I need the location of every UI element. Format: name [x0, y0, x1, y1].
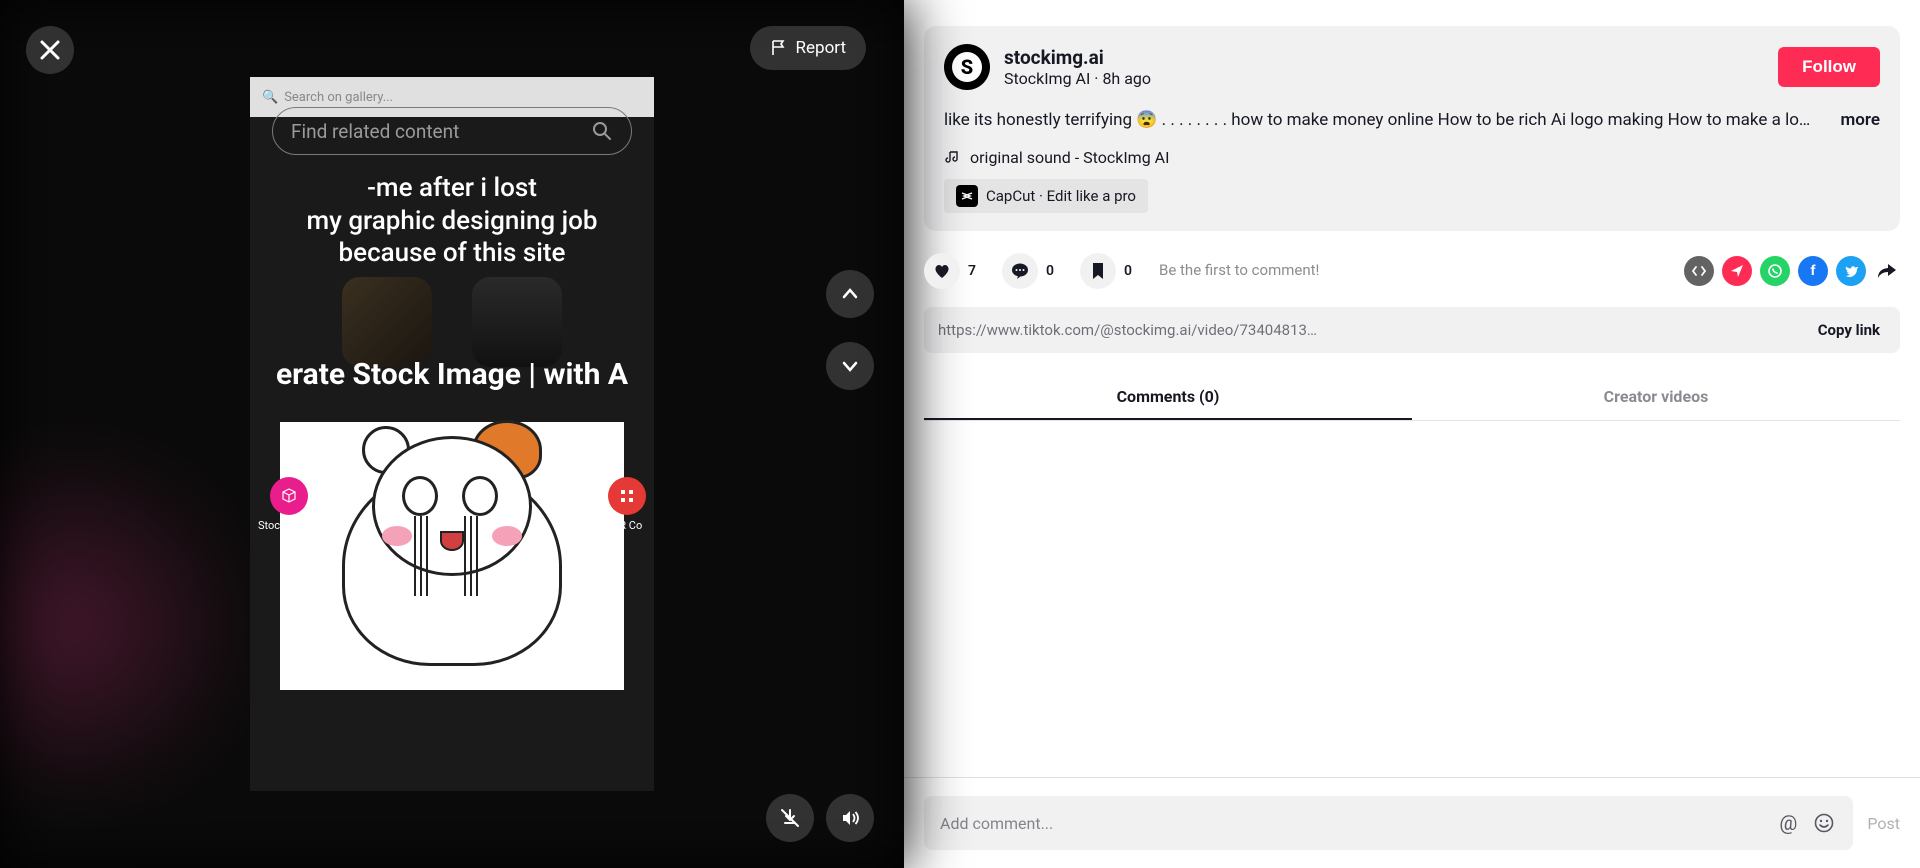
embedded-search-placeholder: Search on gallery... [284, 90, 393, 105]
video-content[interactable]: 🔍 Search on gallery... Find related cont… [250, 77, 654, 791]
follow-button[interactable]: Follow [1778, 47, 1880, 87]
comments-area [904, 421, 1920, 778]
twitter-share-button[interactable] [1836, 256, 1866, 286]
display-name-time: StockImg AI · 8h ago [1004, 69, 1764, 88]
comment-placeholder: Add comment... [940, 814, 1765, 833]
send-share-button[interactable] [1722, 256, 1752, 286]
facebook-share-button[interactable]: f [1798, 256, 1828, 286]
whatsapp-share-button[interactable] [1760, 256, 1790, 286]
twitter-icon [1843, 263, 1859, 279]
video-heading-overlay: erate Stock Image | with A [250, 357, 654, 392]
search-icon [591, 120, 613, 142]
emoji-icon [1813, 812, 1835, 834]
capcut-badge[interactable]: CapCut · Edit like a pro [944, 179, 1148, 213]
tabs: Comments (0) Creator videos [924, 375, 1900, 421]
music-note-icon [944, 149, 960, 165]
share-arrow-icon [1876, 261, 1898, 281]
first-comment-prompt: Be the first to comment! [1159, 261, 1319, 279]
bookmark-button[interactable] [1080, 253, 1116, 289]
autoscroll-button[interactable] [766, 794, 814, 842]
comment-button[interactable] [1002, 253, 1038, 289]
nav-arrows [826, 270, 874, 390]
tab-comments[interactable]: Comments (0) [924, 375, 1412, 420]
caption-more-button[interactable]: more [1841, 108, 1881, 134]
copy-link-button[interactable]: Copy link [1798, 307, 1900, 353]
heart-icon [932, 261, 952, 281]
share-link-row: https://www.tiktok.com/@stockimg.ai/vide… [924, 307, 1900, 353]
volume-button[interactable] [826, 794, 874, 842]
video-side-labels: Stock Image QR Co [250, 477, 654, 532]
chevron-up-icon [840, 284, 860, 304]
report-label: Report [796, 38, 846, 58]
more-share-button[interactable] [1874, 261, 1900, 281]
report-button[interactable]: Report [750, 26, 866, 70]
comment-bar: Add comment... @ Post [904, 777, 1920, 868]
video-caption: like its honestly terrifying 😨 . . . . .… [944, 108, 1831, 134]
bookmark-icon [1089, 261, 1107, 281]
avatar[interactable]: S [944, 44, 990, 90]
video-meme-image [280, 422, 624, 690]
chevron-down-icon [840, 356, 860, 376]
prev-video-button[interactable] [826, 270, 874, 318]
comment-icon [1010, 261, 1030, 281]
facebook-icon: f [1810, 263, 1815, 279]
autoscroll-off-icon [779, 807, 801, 829]
emoji-button[interactable] [1811, 810, 1837, 836]
qr-icon [608, 477, 646, 515]
playback-icons [766, 794, 874, 842]
comment-input[interactable]: Add comment... @ [924, 796, 1853, 850]
find-related-input[interactable]: Find related content [272, 107, 632, 155]
capcut-icon [956, 185, 978, 207]
like-button[interactable] [924, 253, 960, 289]
video-panel: Report 🔍 Search on gallery... Find relat… [0, 0, 904, 868]
close-button[interactable] [26, 26, 74, 74]
mention-button[interactable]: @ [1775, 810, 1801, 836]
comment-count: 0 [1046, 263, 1054, 279]
cube-icon [270, 477, 308, 515]
send-icon [1729, 263, 1745, 279]
sound-row[interactable]: original sound - StockImg AI [944, 148, 1880, 167]
bookmark-count: 0 [1124, 263, 1132, 279]
share-icons: f [1684, 256, 1900, 286]
creator-card: S stockimg.ai StockImg AI · 8h ago Follo… [924, 26, 1900, 231]
post-button[interactable]: Post [1867, 814, 1900, 833]
at-icon: @ [1779, 811, 1797, 835]
next-video-button[interactable] [826, 342, 874, 390]
info-panel: S stockimg.ai StockImg AI · 8h ago Follo… [904, 0, 1920, 868]
volume-icon [839, 807, 861, 829]
video-caption-overlay: -me after i lost my graphic designing jo… [262, 172, 642, 270]
username[interactable]: stockimg.ai [1004, 46, 1764, 69]
close-icon [39, 39, 61, 61]
stats-row: 7 0 0 Be the first to comment! f [924, 253, 1900, 289]
share-url[interactable]: https://www.tiktok.com/@stockimg.ai/vide… [924, 307, 1798, 353]
like-count: 7 [968, 263, 976, 279]
tab-creator-videos[interactable]: Creator videos [1412, 375, 1900, 420]
search-icon: 🔍 [262, 90, 278, 105]
embed-share-button[interactable] [1684, 256, 1714, 286]
flag-icon [770, 39, 788, 57]
embed-icon [1691, 263, 1707, 279]
find-related-label: Find related content [291, 120, 459, 143]
capcut-label: CapCut · Edit like a pro [986, 187, 1136, 205]
sound-label: original sound - StockImg AI [970, 148, 1169, 167]
whatsapp-icon [1767, 263, 1783, 279]
